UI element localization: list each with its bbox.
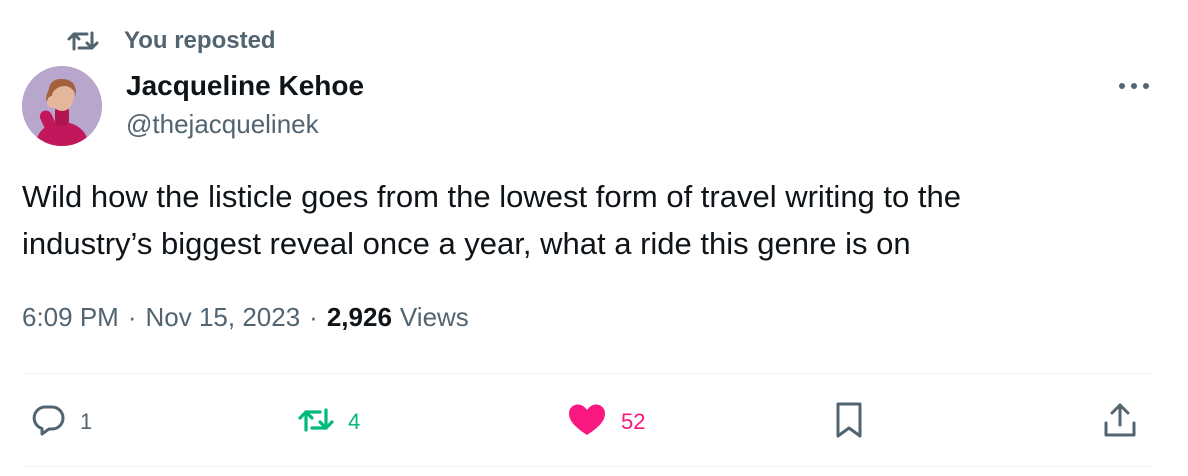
share-button[interactable]: [1102, 398, 1138, 446]
repost-count: 4: [348, 409, 361, 434]
meta-separator: ·: [127, 302, 137, 332]
repost-banner[interactable]: You reposted: [66, 26, 276, 56]
repost-banner-label: You reposted: [124, 27, 276, 54]
bookmark-icon: [834, 401, 864, 444]
views-label: Views: [399, 302, 469, 332]
bookmark-button[interactable]: [834, 398, 864, 446]
meta-separator: ·: [309, 302, 318, 332]
tweet-date[interactable]: Nov 15, 2023: [146, 302, 301, 333]
views-count: 2,926: [326, 302, 392, 332]
author-handle[interactable]: @thejacquelinek: [126, 107, 364, 141]
divider: [22, 466, 1154, 467]
tweet-text-line-2: industry’s biggest reveal once a year, w…: [22, 226, 911, 261]
tweet-meta: 6:09 PM · Nov 15, 2023 · 2,926 Views: [22, 302, 469, 333]
action-bar: 1 4 52: [22, 398, 1154, 446]
author-info: Jacqueline Kehoe @thejacquelinek: [126, 69, 364, 141]
divider: [22, 373, 1154, 374]
like-count: 52: [621, 409, 646, 434]
ellipsis-icon: [1118, 77, 1150, 95]
tweet-text-line-1: Wild how the listicle goes from the lowe…: [22, 179, 961, 214]
avatar[interactable]: [22, 66, 102, 146]
repost-icon: [66, 26, 100, 56]
share-icon: [1102, 401, 1138, 444]
reply-icon: [32, 403, 66, 442]
tweet-text: Wild how the listicle goes from the lowe…: [22, 173, 1142, 267]
tweet-time[interactable]: 6:09 PM: [22, 302, 119, 333]
more-options-button[interactable]: [1110, 70, 1158, 102]
reply-count: 1: [80, 409, 93, 434]
like-button[interactable]: 52: [567, 398, 645, 446]
author-name[interactable]: Jacqueline Kehoe: [126, 69, 364, 103]
repost-icon: [298, 405, 334, 440]
heart-icon: [567, 403, 607, 442]
reply-button[interactable]: 1: [32, 398, 92, 446]
repost-button[interactable]: 4: [298, 398, 360, 446]
